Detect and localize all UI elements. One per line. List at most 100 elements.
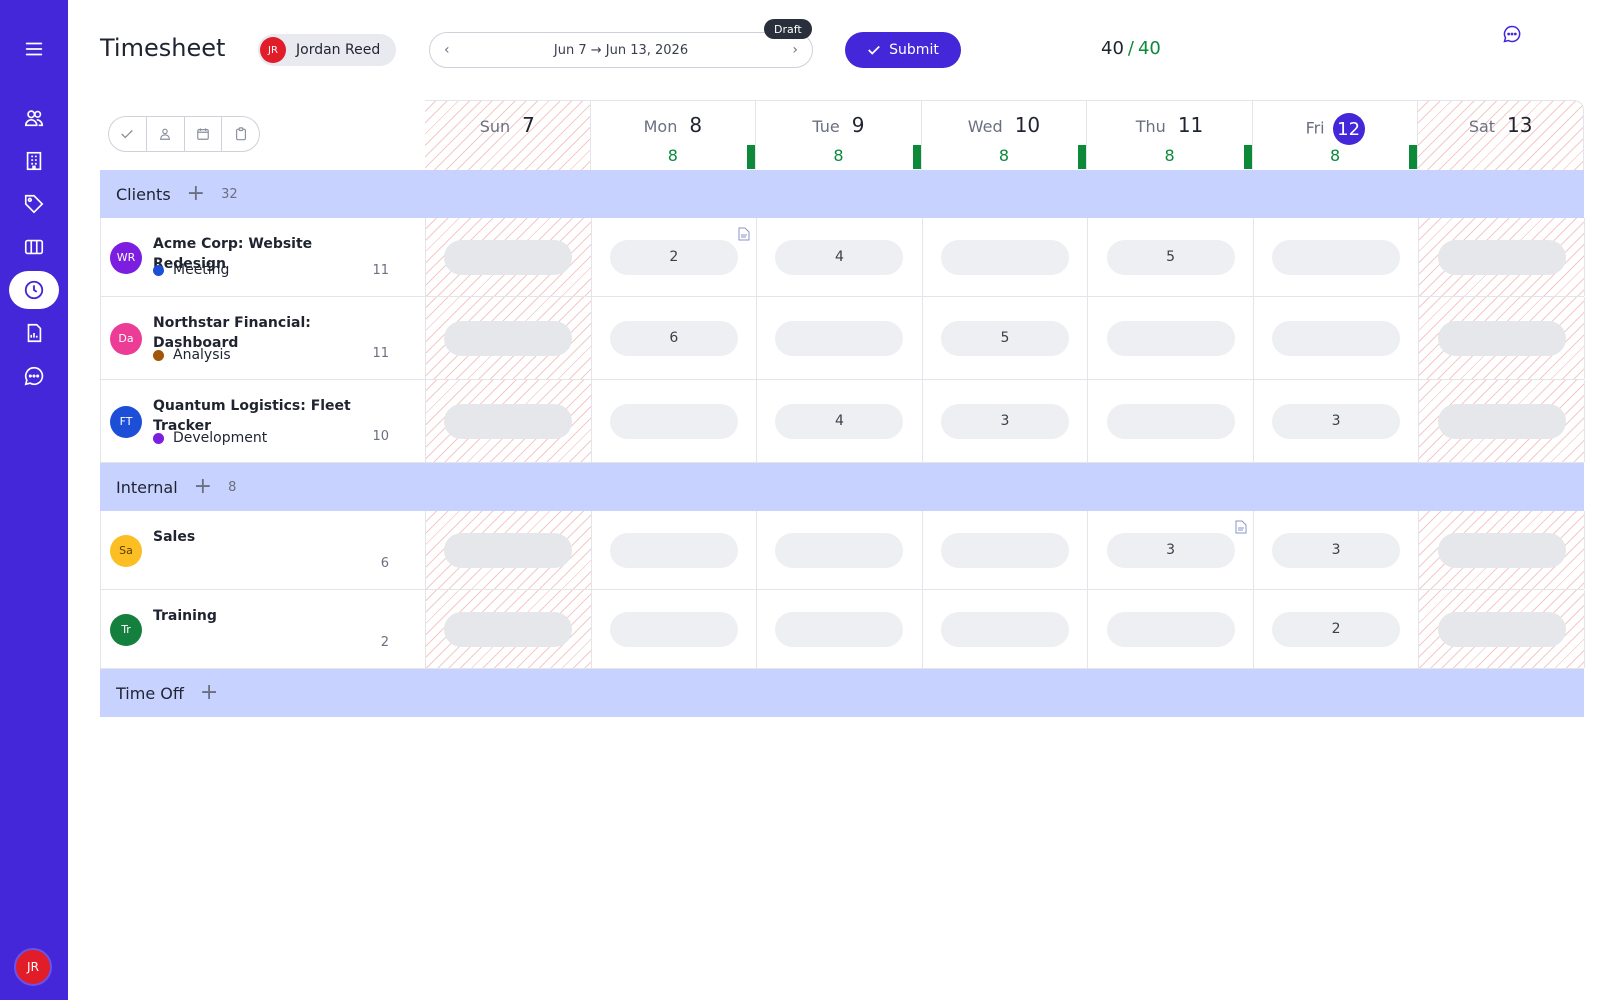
chevron-left-icon[interactable]: ‹ xyxy=(444,42,450,58)
day-hours-bar xyxy=(747,145,756,169)
row-label: Tr Training 2 xyxy=(101,590,426,668)
hours-input[interactable] xyxy=(940,611,1069,647)
calendar-icon xyxy=(197,128,209,140)
hours-input[interactable] xyxy=(444,403,573,439)
hours-input[interactable] xyxy=(1437,320,1566,356)
day-name: Tue xyxy=(812,117,840,136)
submit-button[interactable]: Submit xyxy=(845,32,961,68)
time-cell: 2 xyxy=(1254,590,1420,668)
hours-input[interactable]: 4 xyxy=(775,239,904,275)
calendar-tool[interactable] xyxy=(185,117,223,151)
hours-input[interactable] xyxy=(444,532,573,568)
hours-input[interactable] xyxy=(1437,403,1566,439)
group-header: Time Off + xyxy=(100,669,1584,717)
chat-icon[interactable] xyxy=(9,357,59,395)
add-icon[interactable]: + xyxy=(200,682,218,704)
time-cell xyxy=(1088,380,1254,462)
project-name[interactable]: Training xyxy=(153,606,383,626)
hours-input[interactable] xyxy=(609,403,738,439)
date-range[interactable]: Jun 7 → Jun 13, 2026 xyxy=(554,43,688,58)
chevron-right-icon[interactable]: › xyxy=(792,42,798,58)
clipboard-tool[interactable] xyxy=(222,117,259,151)
hours-input[interactable]: 5 xyxy=(1106,239,1235,275)
time-cell xyxy=(923,218,1089,296)
comments-icon[interactable] xyxy=(1502,24,1522,44)
hours-input[interactable] xyxy=(444,611,573,647)
note-icon[interactable] xyxy=(1235,519,1247,534)
hours-input[interactable] xyxy=(1437,532,1566,568)
hours-input[interactable]: 2 xyxy=(1272,611,1401,647)
hours-input[interactable] xyxy=(1437,611,1566,647)
timesheet-clock-icon[interactable] xyxy=(9,271,59,309)
users-icon xyxy=(160,128,171,140)
hours-input[interactable]: 3 xyxy=(1272,403,1401,439)
hours-input[interactable] xyxy=(1437,239,1566,275)
add-icon[interactable]: + xyxy=(194,476,212,498)
day-hours-total: 8 xyxy=(1330,146,1341,165)
hours-input[interactable]: 2 xyxy=(609,239,738,275)
hours-input[interactable] xyxy=(940,239,1069,275)
day-number: 9 xyxy=(851,113,865,137)
user-selector[interactable]: JR Jordan Reed xyxy=(258,34,396,66)
row-total-hours: 11 xyxy=(372,346,389,361)
hours-input[interactable]: 6 xyxy=(609,320,738,356)
group-count: 32 xyxy=(221,186,238,202)
group-name: Time Off xyxy=(116,683,184,703)
report-icon[interactable] xyxy=(9,314,59,352)
hours-input[interactable] xyxy=(609,611,738,647)
columns-icon[interactable] xyxy=(9,228,59,266)
task-name: Meeting xyxy=(173,262,230,278)
row-total-hours: 2 xyxy=(380,635,389,650)
project-avatar: Tr xyxy=(110,613,142,646)
time-cell xyxy=(923,511,1089,589)
time-cell xyxy=(592,511,758,589)
note-icon[interactable] xyxy=(738,226,750,241)
row-total-hours: 10 xyxy=(372,429,389,444)
task-label: Development xyxy=(153,430,267,446)
day-name: Sat xyxy=(1468,117,1496,136)
day-name: Wed xyxy=(967,117,1003,136)
task-color-dot xyxy=(153,264,164,276)
hours-input[interactable] xyxy=(1272,320,1401,356)
task-color-dot xyxy=(153,349,164,361)
hours-input[interactable]: 4 xyxy=(775,403,904,439)
building-icon[interactable] xyxy=(9,142,59,180)
hours-input[interactable] xyxy=(1106,403,1235,439)
hours-input[interactable] xyxy=(1106,320,1235,356)
hours-input[interactable]: 3 xyxy=(1272,532,1401,568)
users-icon[interactable] xyxy=(9,99,59,137)
group-name: Internal xyxy=(116,477,178,497)
hours-input[interactable] xyxy=(775,320,904,356)
project-avatar: WR xyxy=(110,241,142,274)
hours-input[interactable] xyxy=(444,239,573,275)
day-label: Sat 13 xyxy=(1418,113,1583,137)
time-cell xyxy=(1419,297,1585,379)
menu-icon[interactable] xyxy=(9,30,59,68)
project-avatar: Sa xyxy=(110,534,142,567)
view-toolbar xyxy=(108,116,260,152)
tag-icon[interactable] xyxy=(9,185,59,223)
team-tool[interactable] xyxy=(147,117,185,151)
time-cell xyxy=(1254,218,1420,296)
hours-input[interactable] xyxy=(1272,239,1401,275)
time-cell xyxy=(426,511,592,589)
day-label: Thu 11 xyxy=(1087,113,1252,137)
hours-separator: / xyxy=(1127,38,1134,59)
hours-input[interactable] xyxy=(609,532,738,568)
hours-input[interactable] xyxy=(775,611,904,647)
user-avatar[interactable]: JR xyxy=(14,948,52,986)
hours-input[interactable]: 3 xyxy=(940,403,1069,439)
hours-input[interactable]: 3 xyxy=(1106,532,1235,568)
hours-input[interactable] xyxy=(444,320,573,356)
hours-input[interactable]: 5 xyxy=(940,320,1069,356)
day-name: Sun xyxy=(479,117,511,136)
group-header: Internal +8 xyxy=(100,463,1584,511)
hours-input[interactable] xyxy=(940,532,1069,568)
hours-input[interactable] xyxy=(775,532,904,568)
hours-input[interactable] xyxy=(1106,611,1235,647)
approve-tool[interactable] xyxy=(109,117,147,151)
project-name[interactable]: Sales xyxy=(153,527,383,547)
time-cell xyxy=(757,297,923,379)
add-icon[interactable]: + xyxy=(187,183,205,205)
time-cell xyxy=(1419,380,1585,462)
